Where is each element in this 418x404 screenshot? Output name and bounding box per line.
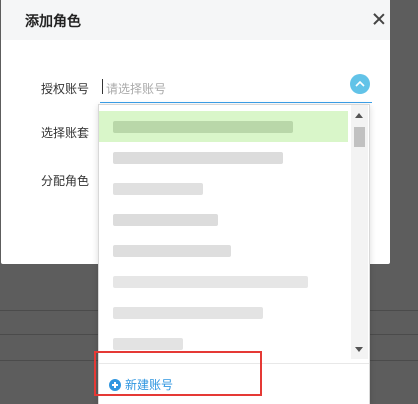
dropdown-scrollbar[interactable] <box>351 105 368 359</box>
blurred-text <box>113 152 283 164</box>
list-item[interactable] <box>99 173 348 204</box>
blurred-text <box>113 121 293 133</box>
blurred-text <box>113 307 263 319</box>
blurred-text <box>113 183 203 195</box>
close-icon[interactable] <box>372 12 386 26</box>
blurred-text <box>113 245 231 257</box>
list-item[interactable] <box>99 204 348 235</box>
blurred-text <box>113 214 218 226</box>
scroll-down-arrow-icon[interactable] <box>355 347 363 352</box>
blurred-text <box>113 276 308 288</box>
text-caret <box>102 79 103 94</box>
scroll-up-arrow-icon[interactable] <box>355 113 363 118</box>
label-select-package: 选择账套 <box>41 126 90 140</box>
list-item[interactable] <box>99 235 348 266</box>
dialog-title: 添加角色 <box>25 14 81 30</box>
annotation-highlight-box <box>94 351 262 396</box>
blurred-text <box>113 338 183 350</box>
label-authorized-account: 授权账号 <box>41 82 90 96</box>
auth-input-placeholder: 请选择账号 <box>106 82 167 96</box>
dialog-header: 添加角色 <box>1 0 390 40</box>
authorized-account-input[interactable]: 请选择账号 <box>100 72 372 103</box>
list-item[interactable] <box>99 266 348 297</box>
chevron-up-icon[interactable] <box>350 74 370 94</box>
list-item[interactable] <box>99 111 348 142</box>
scroll-thumb[interactable] <box>354 127 365 147</box>
list-item[interactable] <box>99 297 348 328</box>
list-item[interactable] <box>99 142 348 173</box>
label-assign-role: 分配角色 <box>41 174 90 188</box>
